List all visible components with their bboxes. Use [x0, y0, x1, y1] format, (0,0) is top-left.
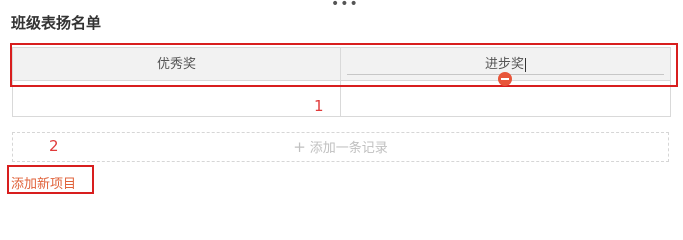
annotation-label-2: 2 — [49, 137, 59, 155]
plus-icon: + — [293, 138, 306, 156]
annotation-label-1: 1 — [314, 97, 324, 115]
section-title: 班级表扬名单 — [11, 14, 102, 32]
ellipsis-icon[interactable]: ••• — [331, 0, 358, 11]
highlight-box-header — [10, 43, 678, 87]
minus-circle-icon[interactable] — [498, 72, 512, 86]
add-item-link[interactable]: 添加新项目 — [11, 173, 76, 192]
add-record-label: 添加一条记录 — [309, 141, 388, 156]
add-record-button[interactable]: + 添加一条记录 — [12, 132, 669, 162]
